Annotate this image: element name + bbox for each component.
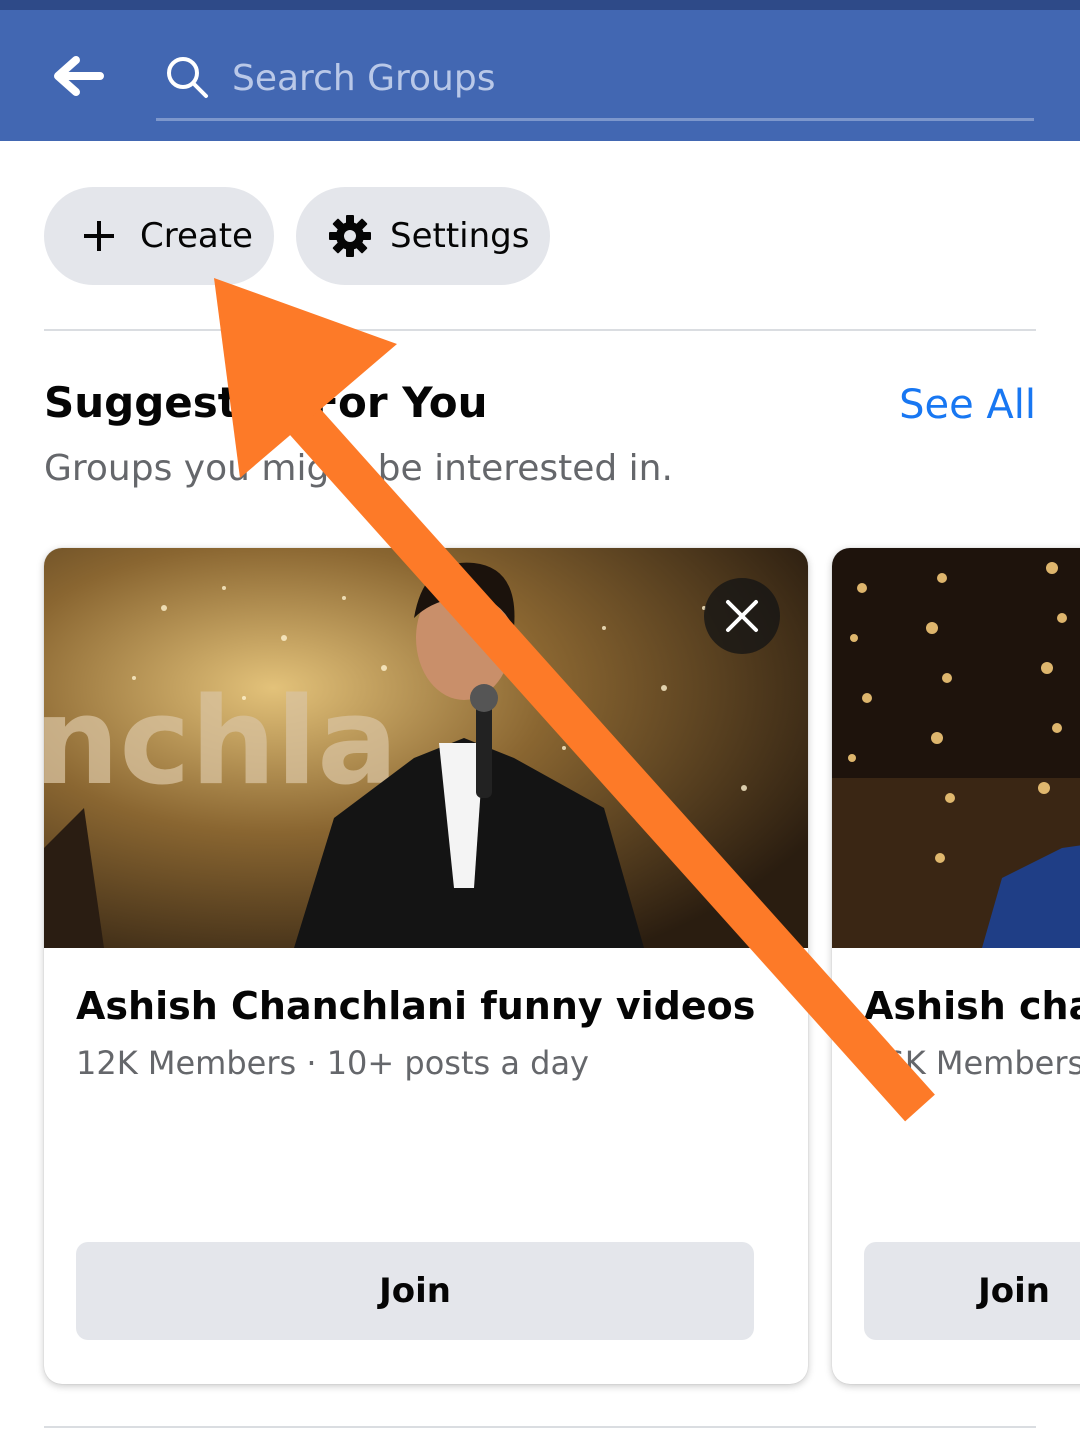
gear-icon xyxy=(329,215,371,257)
join-button[interactable]: Join xyxy=(864,1242,1080,1340)
plus-icon xyxy=(84,221,114,251)
search-bar[interactable] xyxy=(156,40,1034,121)
group-name[interactable]: Ashish Chanchlani funny videos xyxy=(76,984,755,1028)
status-strip xyxy=(0,0,1080,10)
group-meta: 12K Members · 10+ posts a day xyxy=(76,1044,589,1082)
join-button[interactable]: Join xyxy=(76,1242,754,1340)
dismiss-button[interactable] xyxy=(704,578,780,654)
create-label: Create xyxy=(140,216,253,256)
section-divider xyxy=(44,329,1036,331)
settings-label: Settings xyxy=(390,216,530,256)
svg-text:nchla: nchla xyxy=(44,673,398,812)
group-name[interactable]: Ashish chanchlani xyxy=(864,984,1080,1028)
section-divider xyxy=(44,1426,1036,1428)
section-subtitle: Groups you might be interested in. xyxy=(44,448,673,489)
group-cover-photo: nchla xyxy=(44,548,808,948)
see-all-link[interactable]: See All xyxy=(899,382,1036,428)
create-group-button[interactable]: Create xyxy=(44,187,274,285)
settings-button[interactable]: Settings xyxy=(296,187,550,285)
search-input[interactable] xyxy=(230,52,1014,104)
group-cover-photo xyxy=(832,548,1080,948)
back-button[interactable] xyxy=(48,50,108,102)
group-meta: 16K Members xyxy=(864,1044,1080,1082)
close-icon xyxy=(726,600,758,632)
group-card[interactable]: nchla Ashish Chanchlani funny videos 12K… xyxy=(44,548,808,1384)
arrow-left-icon xyxy=(54,56,104,96)
group-card[interactable]: Ashish chanchlani 16K Members Join xyxy=(832,548,1080,1384)
search-icon xyxy=(167,57,208,98)
app-bar xyxy=(0,10,1080,141)
section-title: Suggested For You xyxy=(44,378,488,427)
